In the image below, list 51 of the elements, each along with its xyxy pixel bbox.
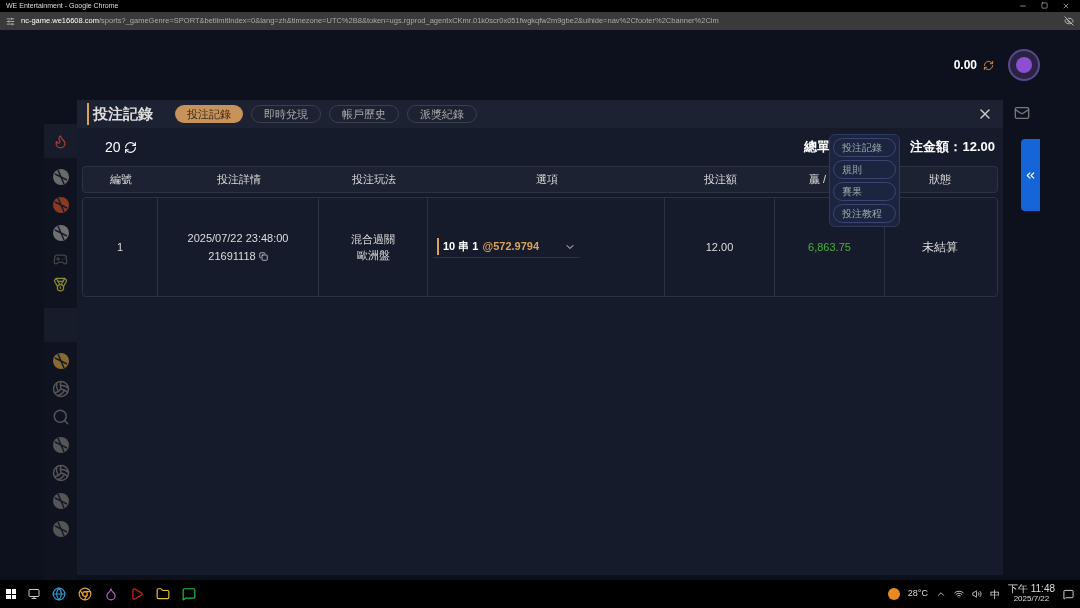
notifications-icon[interactable] xyxy=(1063,588,1074,600)
parlay-dropdown[interactable]: 10 串 1 @572.9794 xyxy=(433,236,580,258)
column-header: 編號 xyxy=(109,172,132,188)
play-type: 歐洲盤 xyxy=(356,248,390,263)
flame-icon xyxy=(53,133,68,149)
start-icon[interactable] xyxy=(6,589,16,599)
column-header: 投注玩法 xyxy=(351,172,396,188)
ime-indicator[interactable]: 中 xyxy=(989,586,1000,602)
volume-icon[interactable] xyxy=(971,589,982,599)
tray-expand-icon[interactable] xyxy=(935,589,946,599)
copy-icon[interactable] xyxy=(258,251,268,261)
medal-icon[interactable] xyxy=(53,277,68,292)
close-icon[interactable] xyxy=(1062,2,1070,10)
edge-icon[interactable] xyxy=(52,587,66,601)
volleyball-icon[interactable] xyxy=(51,464,70,482)
folder-icon[interactable] xyxy=(156,587,170,601)
record-count: 20 xyxy=(105,137,121,157)
weather-icon[interactable] xyxy=(887,588,900,600)
total-stake: 注金額：12.00 xyxy=(910,138,995,157)
column-header: 狀態 xyxy=(929,172,951,188)
summary-label: 總單 xyxy=(804,138,831,157)
balance-amount: 0.00 xyxy=(953,57,977,74)
play-type: 混合過關 xyxy=(351,231,395,247)
video-icon[interactable] xyxy=(130,587,144,601)
column-header: 贏 / xyxy=(809,172,827,188)
column-header: 投注額 xyxy=(703,172,737,188)
chat-app-icon[interactable] xyxy=(182,587,196,601)
avatar[interactable] xyxy=(1008,49,1040,81)
status-cell-text: 未結算 xyxy=(922,239,958,256)
column-header: 選項 xyxy=(535,172,558,188)
table-cell-text: 1 xyxy=(116,239,124,255)
droplet-icon[interactable] xyxy=(104,587,118,601)
bet-id: 21691118 xyxy=(208,249,256,264)
task-view-icon[interactable] xyxy=(28,588,40,600)
record-tab[interactable]: 投注記錄 xyxy=(175,105,243,123)
modal-title: 投注記錄 xyxy=(87,102,153,126)
network-icon[interactable] xyxy=(953,589,964,599)
clock-date: 2025/7/22 xyxy=(1013,594,1050,604)
volleyball-icon[interactable] xyxy=(51,380,70,398)
mail-icon[interactable] xyxy=(1013,105,1030,121)
site-settings-icon[interactable] xyxy=(6,16,15,26)
win-amount: 6,863.75 xyxy=(808,239,851,255)
bet-datetime: 2025/07/22 23:48:00 xyxy=(187,230,289,246)
clock-time: 下午 11:48 xyxy=(1007,584,1055,594)
refresh-icon[interactable] xyxy=(123,140,137,154)
tracking-icon[interactable] xyxy=(1064,16,1074,26)
column-header: 投注詳情 xyxy=(216,172,261,188)
chrome-icon[interactable] xyxy=(78,587,92,601)
temperature: 28°C xyxy=(907,587,928,601)
table-cell-text: 12.00 xyxy=(705,239,734,255)
restore-icon[interactable] xyxy=(1041,2,1048,9)
